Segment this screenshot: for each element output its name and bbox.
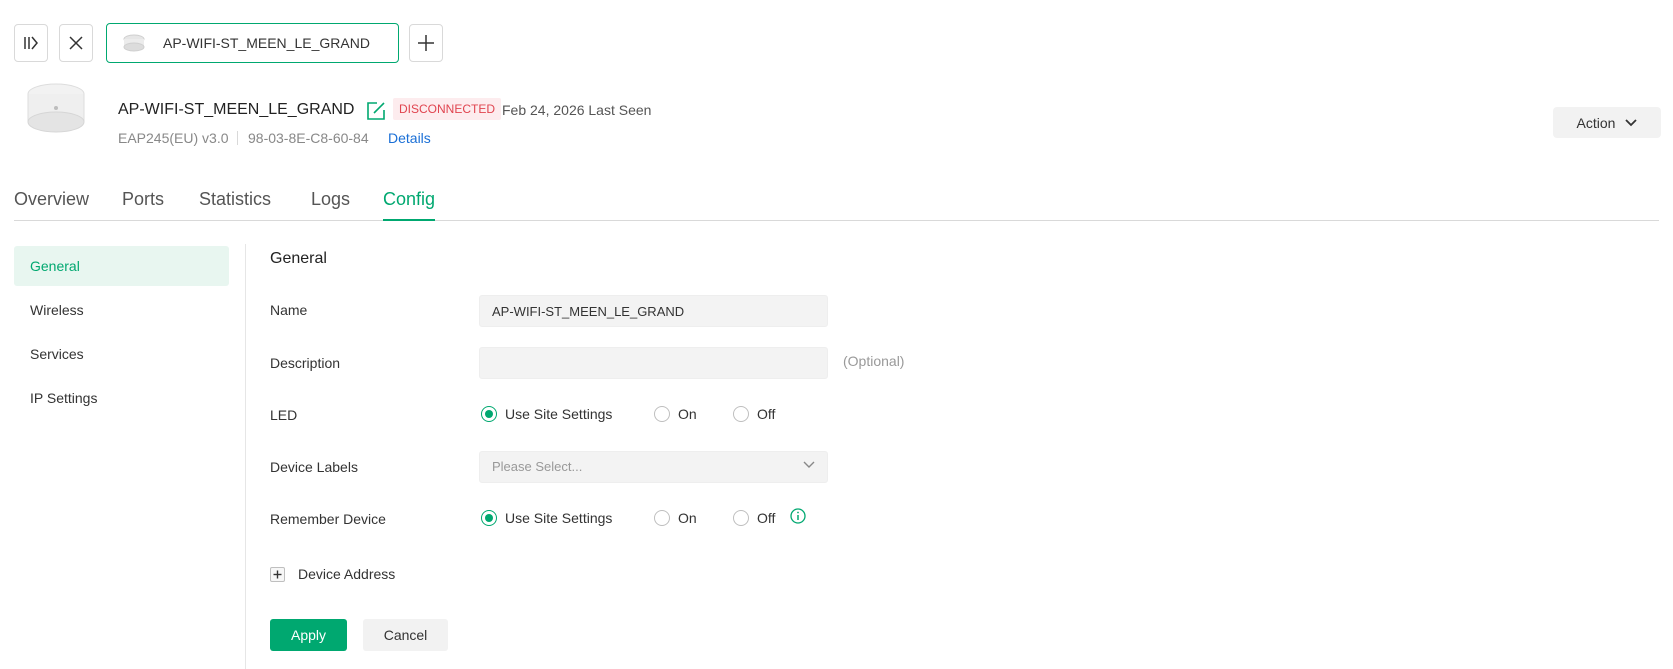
radio-unselected-icon (654, 510, 670, 526)
device-labels-select[interactable]: Please Select... (479, 451, 828, 483)
divider (237, 131, 238, 145)
chevron-down-icon (1625, 118, 1638, 126)
device-image (27, 83, 85, 133)
name-label: Name (270, 302, 308, 318)
remember-device-label: Remember Device (270, 511, 386, 527)
radio-unselected-icon (733, 406, 749, 422)
description-optional-hint: (Optional) (843, 353, 905, 369)
led-radio-site-settings[interactable]: Use Site Settings (481, 406, 612, 422)
details-link[interactable]: Details (388, 130, 431, 146)
remember-radio-off[interactable]: Off (733, 510, 775, 526)
device-mac: 98-03-8E-C8-60-84 (248, 130, 369, 146)
plus-icon (418, 35, 434, 51)
description-input[interactable] (479, 347, 828, 379)
remember-radio-site-settings[interactable]: Use Site Settings (481, 510, 612, 526)
device-model: EAP245(EU) v3.0 (118, 130, 229, 146)
device-labels-label: Device Labels (270, 459, 358, 475)
sidebar-item-services[interactable]: Services (14, 334, 229, 374)
device-address-label[interactable]: Device Address (298, 566, 395, 582)
sidebar-item-ip-settings[interactable]: IP Settings (14, 378, 229, 418)
radio-selected-icon (481, 406, 497, 422)
tab-statistics[interactable]: Statistics (199, 189, 271, 221)
info-icon[interactable] (790, 508, 806, 524)
led-radio-on[interactable]: On (654, 406, 697, 422)
sidebar-item-general[interactable]: General (14, 246, 229, 286)
expand-device-address-button[interactable] (270, 567, 285, 582)
tab-config[interactable]: Config (383, 189, 436, 221)
action-dropdown-button[interactable]: Action (1553, 107, 1661, 138)
edit-icon[interactable] (365, 100, 387, 122)
tab-ports[interactable]: Ports (122, 189, 164, 221)
radio-unselected-icon (654, 406, 670, 422)
tab-logs[interactable]: Logs (311, 189, 350, 221)
radio-selected-icon (481, 510, 497, 526)
radio-unselected-icon (733, 510, 749, 526)
remember-radio-on[interactable]: On (654, 510, 697, 526)
sidebar-toggle-icon (24, 36, 38, 50)
chevron-down-icon (803, 461, 815, 468)
cancel-button[interactable]: Cancel (363, 619, 448, 651)
main-tab-bar: Overview Ports Statistics Logs Config (14, 186, 1659, 221)
sidebar-item-wireless[interactable]: Wireless (14, 290, 229, 330)
plus-icon (273, 570, 282, 579)
device-name: AP-WIFI-ST_MEEN_LE_GRAND (118, 101, 355, 118)
close-icon (69, 36, 83, 50)
status-badge: DISCONNECTED (393, 98, 502, 120)
name-input[interactable] (479, 295, 828, 327)
last-seen-text: Feb 24, 2026 Last Seen (502, 102, 652, 118)
access-point-icon (123, 34, 145, 52)
sidebar-divider (245, 244, 246, 669)
led-label: LED (270, 407, 298, 423)
close-button[interactable] (59, 24, 93, 62)
add-tab-button[interactable] (409, 24, 443, 62)
open-device-tab[interactable]: AP-WIFI-ST_MEEN_LE_GRAND (106, 23, 399, 63)
led-radio-off[interactable]: Off (733, 406, 775, 422)
apply-button[interactable]: Apply (270, 619, 347, 651)
open-device-tab-label: AP-WIFI-ST_MEEN_LE_GRAND (163, 35, 370, 51)
section-title: General (270, 250, 327, 267)
sidebar-toggle-button[interactable] (14, 24, 48, 62)
action-label: Action (1576, 114, 1616, 131)
description-label: Description (270, 355, 341, 371)
tab-overview[interactable]: Overview (14, 189, 89, 221)
